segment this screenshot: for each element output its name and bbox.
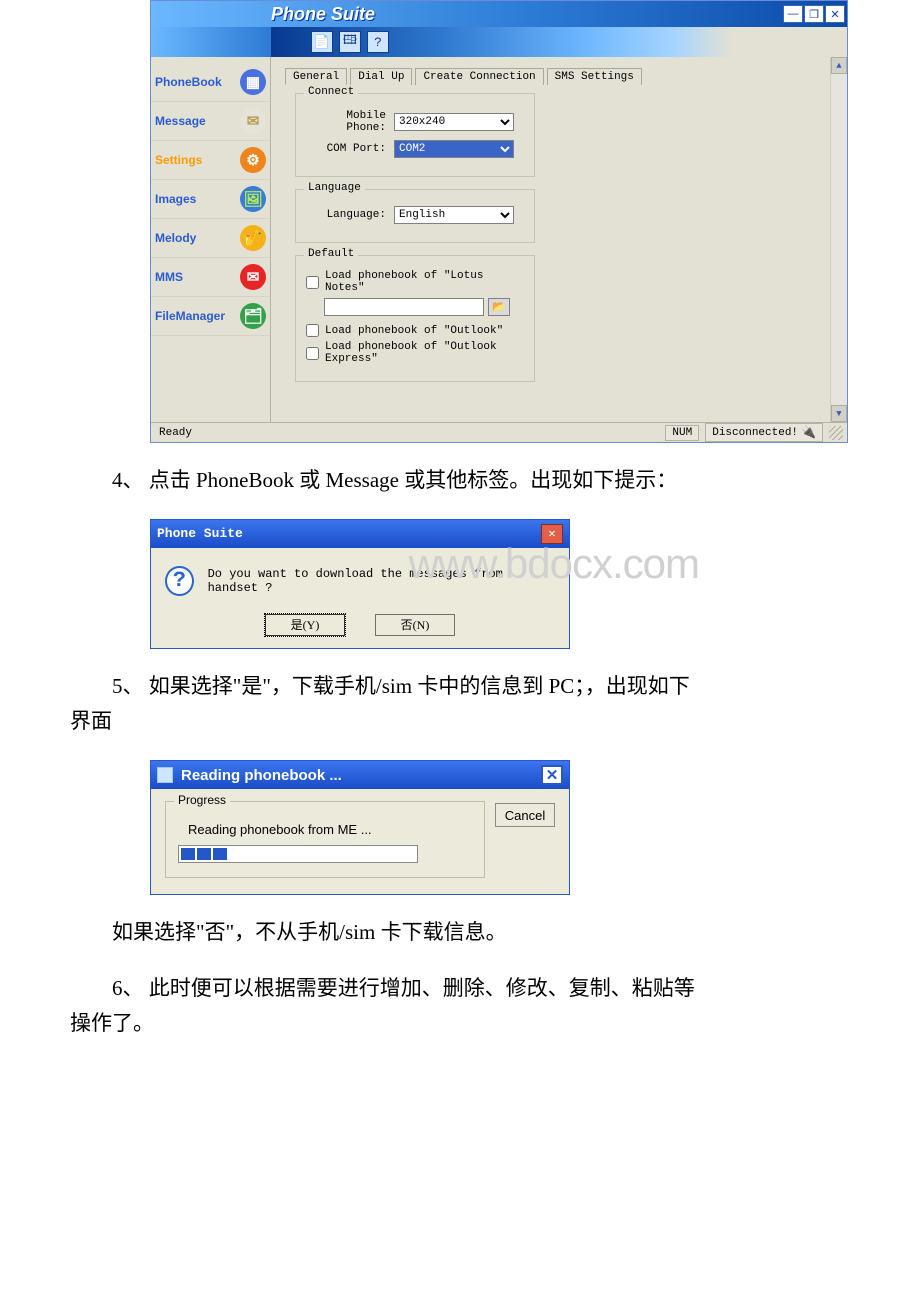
sidebar-item-phonebook[interactable]: PhoneBook▦ [151, 63, 270, 102]
close-button[interactable]: ✕ [825, 5, 845, 23]
dialog-title: Phone Suite [157, 526, 243, 541]
dialog-message: Do you want to download the messages fro… [208, 567, 555, 595]
progress-text: Reading phonebook from ME ... [188, 822, 472, 837]
progress-dialog: Reading phonebook ... ✕ Progress Reading… [150, 760, 570, 895]
step-4-text: 4、 点击 PhoneBook 或 Message 或其他标签。出现如下提示： [70, 463, 850, 499]
filemanager-icon: 🗂 [240, 303, 266, 329]
outlook-label: Load phonebook of "Outlook" [325, 325, 503, 337]
status-num: NUM [665, 425, 699, 441]
phone-suite-window: Phone Suite — ❐ ✕ 📄🖽? PhoneBook▦Message✉… [150, 0, 848, 443]
language-label: Language: [306, 209, 386, 221]
yes-button[interactable]: 是(Y) [265, 614, 345, 636]
tab-general[interactable]: General [285, 68, 347, 85]
language-group: Language Language: English [295, 189, 535, 243]
minimize-button[interactable]: — [783, 5, 803, 23]
toolbar: 📄 🖽? [151, 27, 847, 57]
status-ready: Ready [155, 427, 659, 439]
progress-titlebar: Reading phonebook ... ✕ [151, 761, 569, 789]
progress-title-icon [157, 767, 173, 783]
tab-sms-settings[interactable]: SMS Settings [547, 68, 642, 85]
progress-bar [178, 845, 418, 863]
lotus-path-input[interactable] [324, 298, 484, 316]
status-connection: Disconnected! 🔌 [705, 423, 823, 442]
sidebar-item-label: Settings [155, 153, 238, 167]
sidebar-item-mms[interactable]: MMS✉ [151, 258, 270, 297]
toolbar-button-2[interactable]: ? [367, 31, 389, 53]
settings-icon: ⚙ [240, 147, 266, 173]
plug-icon: 🔌 [801, 425, 816, 440]
sidebar-item-label: FileManager [155, 309, 238, 323]
sidebar-item-message[interactable]: Message✉ [151, 102, 270, 141]
confirm-dialog: www.bdocx.com Phone Suite ✕ ? Do you wan… [150, 519, 570, 649]
sidebar-item-label: MMS [155, 270, 238, 284]
sidebar: PhoneBook▦Message✉Settings⚙Images🖼Melody… [151, 57, 271, 422]
browse-button[interactable]: 📂 [488, 298, 510, 316]
mobile-phone-label: Mobile Phone: [306, 110, 386, 134]
group-title: Connect [304, 86, 358, 98]
dialog-close-button[interactable]: ✕ [541, 524, 563, 544]
outlook-express-checkbox[interactable] [306, 347, 319, 360]
after-progress-text: 如果选择"否"，不从手机/sim 卡下载信息。 [70, 915, 850, 951]
lotus-notes-label: Load phonebook of "Lotus Notes" [325, 270, 524, 294]
step-5-text-line2: 界面 [70, 704, 850, 740]
message-icon: ✉ [240, 108, 266, 134]
com-port-label: COM Port: [306, 143, 386, 155]
sidebar-item-images[interactable]: Images🖼 [151, 180, 270, 219]
com-port-select[interactable]: COM2 [394, 140, 514, 158]
group-title: Default [304, 248, 358, 260]
step-5-text-line1: 5、 如果选择"是"，下载手机/sim 卡中的信息到 PC；，出现如下 [70, 669, 850, 705]
sidebar-item-label: Message [155, 114, 238, 128]
step-6-text-line1: 6、 此时便可以根据需要进行增加、删除、修改、复制、粘贴等 [70, 971, 850, 1007]
default-group: Default Load phonebook of "Lotus Notes" … [295, 255, 535, 382]
mobile-phone-select[interactable]: 320x240 [394, 113, 514, 131]
settings-panel: GeneralDial UpCreate ConnectionSMS Setti… [271, 57, 847, 422]
window-title: Phone Suite [271, 4, 783, 25]
progress-close-button[interactable]: ✕ [541, 765, 563, 785]
outlook-checkbox[interactable] [306, 324, 319, 337]
mms-icon: ✉ [240, 264, 266, 290]
sidebar-item-label: Melody [155, 231, 238, 245]
vertical-scrollbar[interactable]: ▲ ▼ [830, 57, 847, 422]
images-icon: 🖼 [240, 186, 266, 212]
scroll-up-icon[interactable]: ▲ [831, 57, 847, 74]
resize-grip-icon[interactable] [829, 426, 843, 440]
group-title: Language [304, 182, 365, 194]
cancel-button[interactable]: Cancel [495, 803, 555, 827]
step-6-text-line2: 操作了。 [70, 1006, 850, 1042]
tab-create-connection[interactable]: Create Connection [415, 68, 543, 85]
toolbar-button-0[interactable]: 📄 [311, 31, 333, 53]
language-select[interactable]: English [394, 206, 514, 224]
dialog-titlebar: Phone Suite ✕ [151, 520, 569, 548]
progress-group-title: Progress [174, 793, 230, 807]
lotus-notes-checkbox[interactable] [306, 276, 319, 289]
scroll-down-icon[interactable]: ▼ [831, 405, 847, 422]
outlook-express-label: Load phonebook of "Outlook Express" [325, 341, 524, 365]
maximize-button[interactable]: ❐ [804, 5, 824, 23]
status-bar: Ready NUM Disconnected! 🔌 [151, 422, 847, 442]
connect-group: Connect Mobile Phone: 320x240 COM Port: … [295, 93, 535, 177]
tab-dial-up[interactable]: Dial Up [350, 68, 412, 85]
phonebook-icon: ▦ [240, 69, 266, 95]
sidebar-item-melody[interactable]: Melody🎷 [151, 219, 270, 258]
titlebar: Phone Suite — ❐ ✕ [151, 1, 847, 27]
progress-title: Reading phonebook ... [181, 767, 342, 784]
progress-group: Progress Reading phonebook from ME ... [165, 801, 485, 878]
no-button[interactable]: 否(N) [375, 614, 455, 636]
question-icon: ? [165, 566, 194, 596]
sidebar-item-label: Images [155, 192, 238, 206]
sidebar-item-label: PhoneBook [155, 75, 238, 89]
melody-icon: 🎷 [240, 225, 266, 251]
sidebar-item-settings[interactable]: Settings⚙ [151, 141, 270, 180]
settings-tabs: GeneralDial UpCreate ConnectionSMS Setti… [285, 67, 833, 84]
sidebar-item-filemanager[interactable]: FileManager🗂 [151, 297, 270, 336]
toolbar-button-1[interactable]: 🖽 [339, 31, 361, 53]
